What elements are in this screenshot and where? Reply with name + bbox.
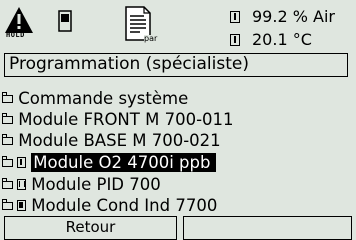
menu-item-label: Module Cond Ind 7700 bbox=[31, 196, 218, 215]
menu-item-label: Commande système bbox=[18, 89, 189, 108]
reading-temperature: 20.1 °C bbox=[230, 31, 346, 49]
reading-oxygen: 99.2 % Air bbox=[230, 8, 346, 26]
reading-temperature-value: 20.1 °C bbox=[252, 30, 312, 49]
folder-icon bbox=[1, 178, 13, 189]
menu-item-module-pid[interactable]: Module PID 700 bbox=[0, 174, 161, 196]
hold-label: HOLD bbox=[6, 31, 25, 39]
menu-item-label-selected: Module O2 4700i ppb bbox=[31, 153, 217, 172]
doc-sub-label: par bbox=[144, 34, 158, 43]
parameter-document-icon: par bbox=[124, 6, 158, 46]
right-softkey[interactable] bbox=[183, 216, 352, 240]
menu-item-module-o2[interactable]: Module O2 4700i ppb bbox=[0, 152, 217, 174]
channel-icon bbox=[230, 34, 240, 46]
menu-item-module-cond[interactable]: Module Cond Ind 7700 bbox=[0, 195, 217, 217]
module-slot-icon bbox=[17, 157, 26, 168]
menu-item-module-base[interactable]: Module BASE M 700-021 bbox=[0, 130, 221, 152]
menu-item-commande-systeme[interactable]: Commande système bbox=[0, 88, 188, 110]
reading-oxygen-value: 99.2 % Air bbox=[252, 7, 335, 26]
menu-item-label: Module FRONT M 700-011 bbox=[18, 110, 234, 129]
folder-icon bbox=[1, 156, 13, 167]
menu-item-label: Module PID 700 bbox=[31, 175, 161, 194]
folder-icon bbox=[1, 113, 13, 124]
folder-icon bbox=[1, 134, 13, 145]
page-title: Programmation (spécialiste) bbox=[4, 53, 348, 77]
back-softkey[interactable]: Retour bbox=[4, 216, 177, 240]
channel-icon bbox=[230, 11, 240, 23]
module-slot-icon bbox=[17, 200, 26, 211]
folder-icon bbox=[1, 199, 13, 210]
device-icon bbox=[58, 10, 72, 32]
module-slot-icon bbox=[17, 179, 26, 190]
menu-item-label: Module BASE M 700-021 bbox=[18, 131, 221, 150]
folder-icon bbox=[1, 92, 13, 103]
menu-item-module-front[interactable]: Module FRONT M 700-011 bbox=[0, 109, 234, 131]
status-bar: HOLD par 99.2 % Air 20.1 °C bbox=[0, 0, 356, 50]
